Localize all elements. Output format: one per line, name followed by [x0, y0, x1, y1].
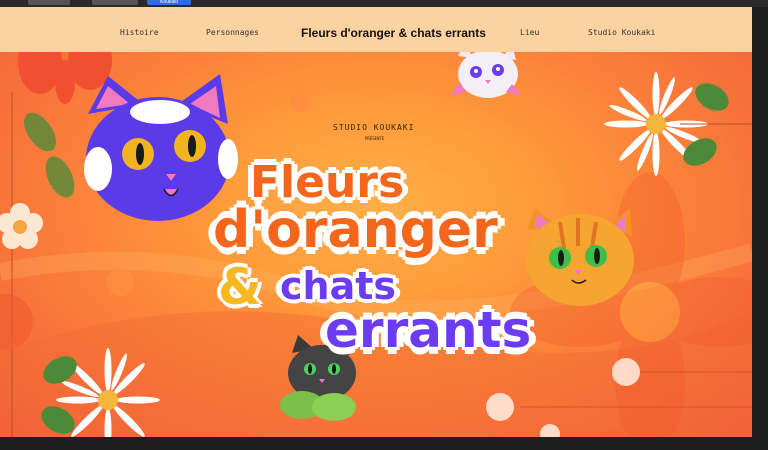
- hero-title-doranger: d'oranger: [213, 200, 498, 260]
- browser-toolbar: Koukaki: [0, 0, 768, 7]
- toolbar-tab[interactable]: [92, 0, 138, 5]
- nav-link-studio-koukaki[interactable]: Studio Koukaki: [588, 28, 655, 37]
- browser-bottom-bar: [0, 437, 768, 450]
- nav-link-histoire[interactable]: Histoire: [120, 28, 159, 37]
- hero-title-ampersand: &: [218, 258, 262, 316]
- hero-title-errants: errants: [325, 301, 532, 359]
- orange-cat-illustration: [526, 208, 634, 306]
- presente-label: PRÉSENTE: [365, 136, 385, 141]
- site-header-nav: Histoire Personnages Fleurs d'oranger & …: [0, 7, 752, 52]
- site-brand-title[interactable]: Fleurs d'oranger & chats errants: [301, 26, 486, 40]
- nav-link-personnages[interactable]: Personnages: [206, 28, 259, 37]
- vertical-scrollbar[interactable]: [752, 7, 768, 437]
- toolbar-tab[interactable]: [28, 0, 70, 5]
- hero-section: STUDIO KOUKAKI PRÉSENTE Fleurs d'oranger…: [0, 52, 752, 437]
- toolbar-tab-active[interactable]: Koukaki: [147, 0, 191, 5]
- studio-label: STUDIO KOUKAKI: [333, 123, 415, 132]
- nav-link-lieu[interactable]: Lieu: [520, 28, 539, 37]
- white-cat-illustration: [452, 52, 522, 98]
